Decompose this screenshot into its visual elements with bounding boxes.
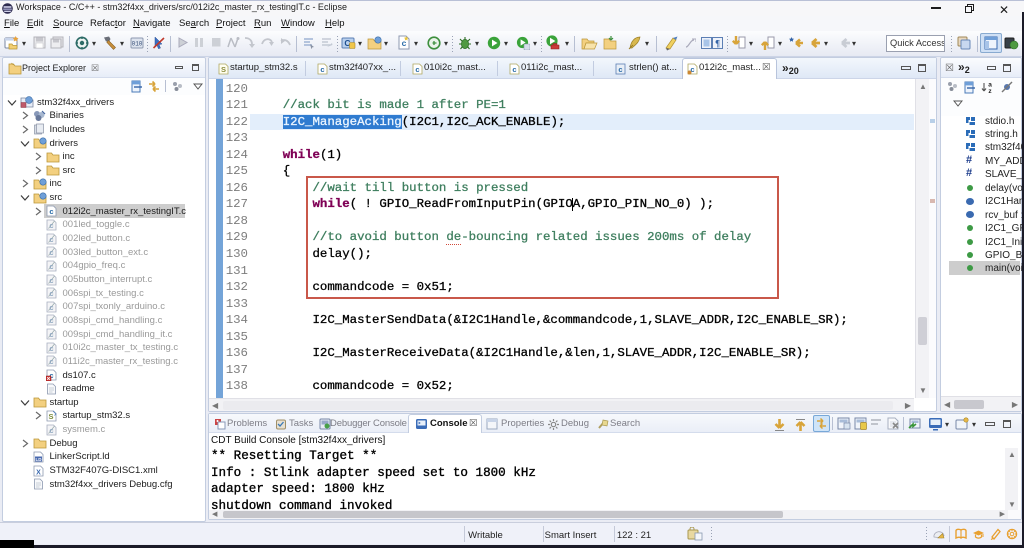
svg-text:010: 010: [132, 41, 143, 48]
svg-text:c: c: [49, 262, 53, 271]
svg-text:c: c: [415, 65, 419, 74]
svg-text:X: X: [36, 469, 41, 476]
svg-text:c: c: [49, 276, 53, 285]
svg-text:c: c: [49, 357, 53, 366]
svg-text:c: c: [49, 207, 53, 216]
svg-text:c: c: [49, 303, 53, 312]
svg-text:c: c: [49, 316, 53, 325]
svg-text:c: c: [512, 65, 516, 74]
svg-text:c: c: [49, 344, 53, 353]
svg-text:c: c: [618, 65, 622, 74]
svg-text:S: S: [221, 65, 226, 74]
svg-text:c: c: [49, 426, 53, 435]
svg-text:c: c: [49, 330, 53, 339]
svg-text:c: c: [320, 65, 324, 74]
svg-text:z: z: [988, 88, 992, 94]
svg-text:c: c: [49, 235, 53, 244]
svg-text:c: c: [49, 221, 53, 230]
svg-text:S: S: [48, 412, 53, 421]
svg-text:¶: ¶: [715, 39, 720, 49]
svg-text:c: c: [49, 289, 53, 298]
svg-text:LD: LD: [36, 457, 43, 462]
svg-text:c: c: [49, 248, 53, 257]
